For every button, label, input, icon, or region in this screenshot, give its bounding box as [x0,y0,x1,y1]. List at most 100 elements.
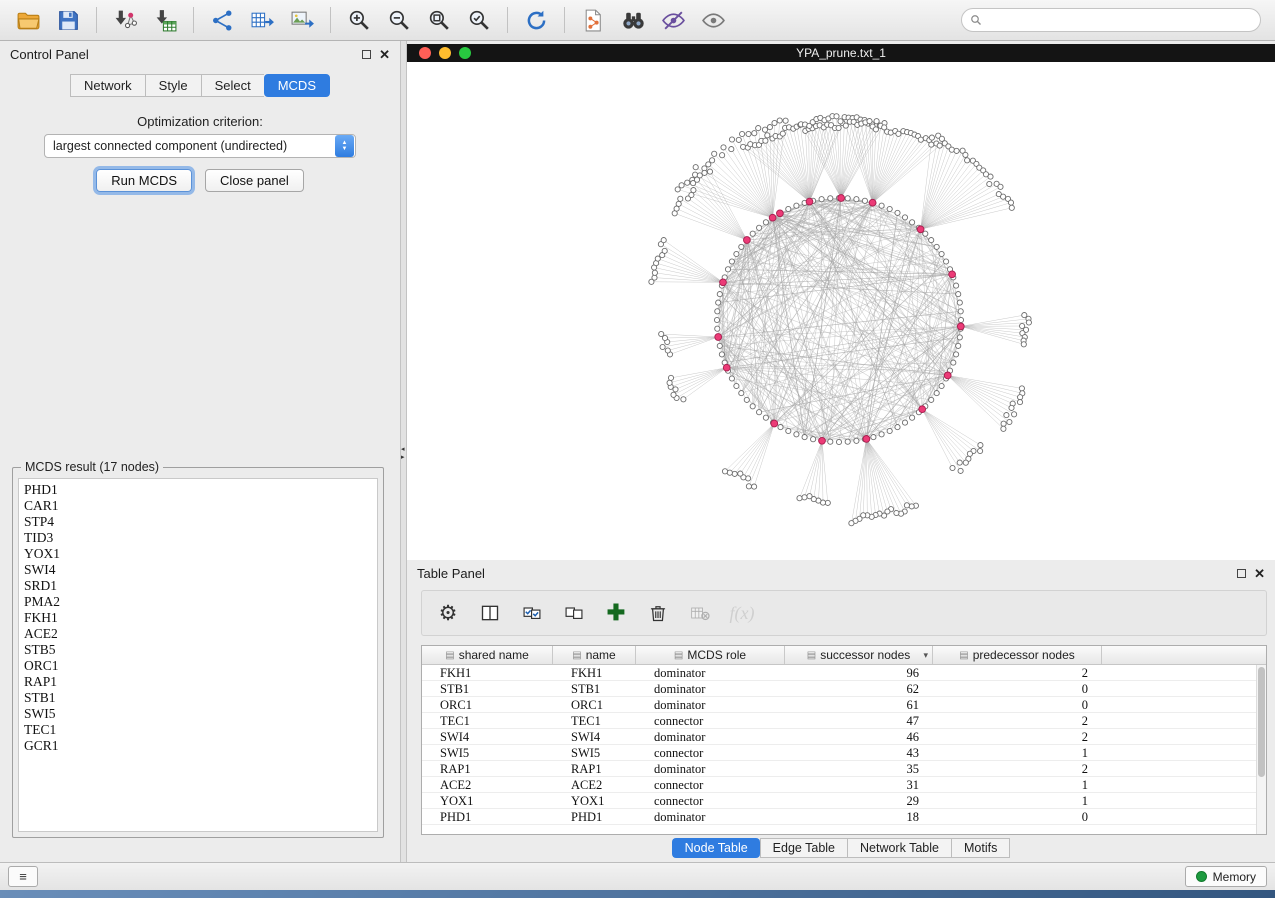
mcds-node-item[interactable]: SRD1 [24,578,372,594]
table-row[interactable]: ACE2ACE2connector311 [422,777,1256,793]
show-all-button[interactable] [695,4,731,36]
mcds-node-item[interactable]: SWI4 [24,562,372,578]
export-network-button[interactable] [204,4,240,36]
panel-splitter[interactable]: ◂▸ [400,41,407,862]
import-table-button[interactable] [147,4,183,36]
refresh-layout-button[interactable] [518,4,554,36]
mcds-node-item[interactable]: TID3 [24,530,372,546]
table-cell: dominator [636,729,785,744]
select-all-button[interactable] [520,601,544,625]
mcds-node-item[interactable]: STB5 [24,642,372,658]
chevron-down-icon: ▾ [923,650,928,661]
deselect-all-button[interactable] [562,601,586,625]
float-panel-icon[interactable] [362,50,371,59]
mcds-node-item[interactable]: STP4 [24,514,372,530]
criterion-select[interactable]: largest connected component (undirected)… [44,134,356,158]
mcds-node-item[interactable]: CAR1 [24,498,372,514]
table-row[interactable]: YOX1YOX1connector291 [422,793,1256,809]
table-cell: connector [636,777,785,792]
sort-icon: ▤ [445,650,454,661]
search-input[interactable] [987,13,1252,27]
table-row[interactable]: SWI4SWI4dominator462 [422,729,1256,745]
binoculars-button[interactable] [615,4,651,36]
zoom-selected-button[interactable] [461,4,497,36]
export-image-icon [290,8,315,33]
zoom-out-icon [387,8,412,33]
mcds-node-item[interactable]: STB1 [24,690,372,706]
table-panel-title: Table Panel [417,566,485,581]
hide-selected-button[interactable] [655,4,691,36]
table-row[interactable]: PHD1PHD1dominator180 [422,809,1256,825]
document-share-button[interactable] [575,4,611,36]
zoom-out-button[interactable] [381,4,417,36]
network-graph[interactable] [407,62,1275,560]
float-panel-icon[interactable] [1237,569,1246,578]
column-header-shared-name[interactable]: ▤shared name [422,646,553,664]
table-settings-button[interactable]: ⚙ [436,601,460,625]
export-table-button[interactable] [244,4,280,36]
export-image-button[interactable] [284,4,320,36]
mcds-node-item[interactable]: GCR1 [24,738,372,754]
application-window: Control Panel ✕ NetworkStyleSelectMCDS O… [0,0,1275,890]
open-session-button[interactable] [10,4,46,36]
table-cell: STB1 [553,681,636,696]
import-network-button[interactable] [107,4,143,36]
table-row[interactable]: FKH1FKH1dominator962 [422,665,1256,681]
zoom-fit-button[interactable] [421,4,457,36]
mcds-button-row: Run MCDS Close panel [0,169,400,192]
import-network-icon [113,8,138,33]
table-row[interactable]: SWI5SWI5connector431 [422,745,1256,761]
mcds-node-item[interactable]: PHD1 [24,482,372,498]
panel-menu-button[interactable]: ≡ [8,866,38,887]
close-panel-icon[interactable]: ✕ [379,48,390,61]
mcds-node-item[interactable]: ORC1 [24,658,372,674]
close-panel-button[interactable]: Close panel [205,169,304,192]
mcds-node-item[interactable]: TEC1 [24,722,372,738]
mcds-result-list[interactable]: PHD1CAR1STP4TID3YOX1SWI4SRD1PMA2FKH1ACE2… [18,478,378,832]
create-column-button[interactable]: ✚ [604,601,628,625]
control-panel: Control Panel ✕ NetworkStyleSelectMCDS O… [0,41,400,862]
column-header-MCDS-role[interactable]: ▤MCDS role [636,646,785,664]
mcds-node-item[interactable]: ACE2 [24,626,372,642]
tab-style[interactable]: Style [145,74,201,97]
search-box[interactable] [961,8,1261,32]
show-columns-button[interactable] [478,601,502,625]
plus-icon: ✚ [607,602,625,624]
tab-select[interactable]: Select [201,74,264,97]
tab-network-table[interactable]: Network Table [847,838,951,858]
network-canvas[interactable] [407,62,1275,560]
scrollbar-thumb[interactable] [1258,667,1265,777]
table-cell: 2 [933,729,1102,744]
tab-edge-table[interactable]: Edge Table [760,838,847,858]
close-panel-icon[interactable]: ✕ [1254,567,1265,580]
eye-icon [701,8,726,33]
table-cell: YOX1 [553,793,636,808]
table-scrollbar[interactable] [1256,665,1266,834]
run-mcds-button[interactable]: Run MCDS [96,169,192,192]
table-row[interactable]: TEC1TEC1connector472 [422,713,1256,729]
mcds-node-item[interactable]: FKH1 [24,610,372,626]
tab-mcds[interactable]: MCDS [264,74,330,97]
table-cell: 2 [933,665,1102,680]
table-cell: 47 [785,713,933,728]
tab-node-table[interactable]: Node Table [672,838,760,858]
table-row[interactable]: ORC1ORC1dominator610 [422,697,1256,713]
save-session-button[interactable] [50,4,86,36]
column-header-successor-nodes[interactable]: ▤successor nodes▾ [785,646,933,664]
table-row[interactable]: STB1STB1dominator620 [422,681,1256,697]
mcds-node-item[interactable]: RAP1 [24,674,372,690]
memory-button[interactable]: Memory [1185,866,1267,887]
column-header-predecessor-nodes[interactable]: ▤predecessor nodes [933,646,1102,664]
table-cell: TEC1 [422,713,553,728]
export-network-icon [210,8,235,33]
column-label: name [586,648,616,662]
delete-column-button[interactable] [646,601,670,625]
zoom-in-button[interactable] [341,4,377,36]
tab-motifs[interactable]: Motifs [951,838,1010,858]
column-header-name[interactable]: ▤name [553,646,636,664]
tab-network[interactable]: Network [70,74,145,97]
mcds-node-item[interactable]: YOX1 [24,546,372,562]
table-row[interactable]: RAP1RAP1dominator352 [422,761,1256,777]
mcds-node-item[interactable]: PMA2 [24,594,372,610]
mcds-node-item[interactable]: SWI5 [24,706,372,722]
